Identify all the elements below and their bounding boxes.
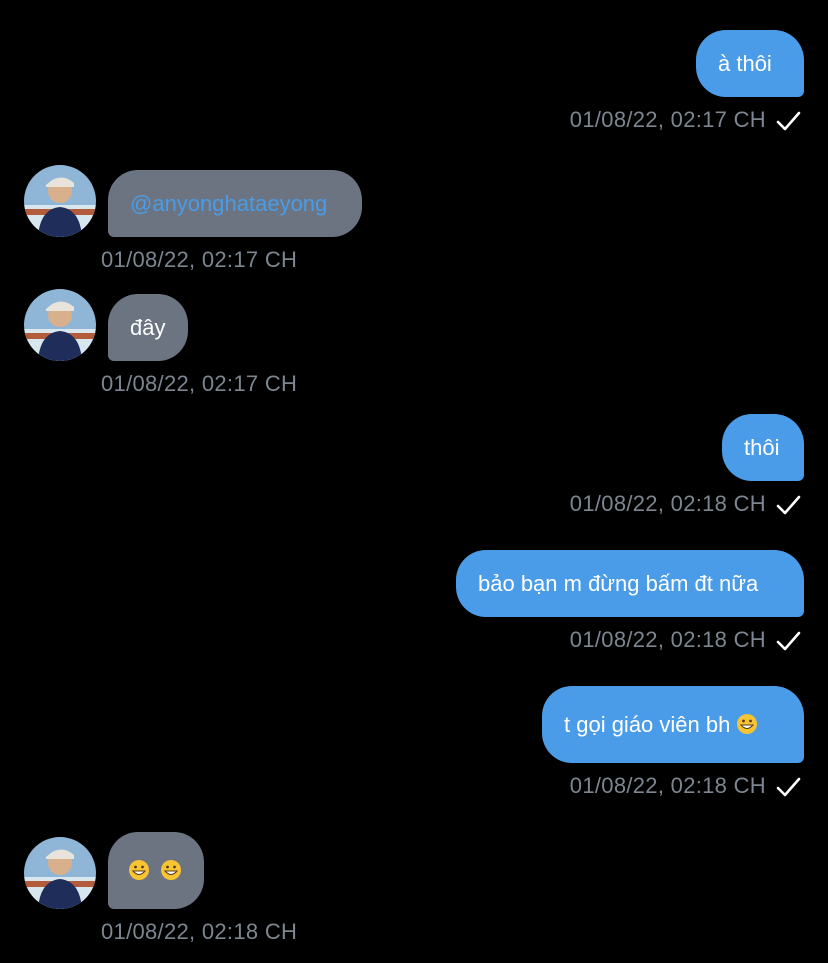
message-bubble[interactable] — [108, 832, 204, 909]
chat-thread: à thôi 01/08/22, 02:17 CH @anyonghataeyo… — [0, 0, 828, 963]
grinning-face-icon — [129, 860, 149, 880]
grinning-face-icon — [161, 860, 182, 880]
message-received[interactable]: 01/08/22, 02:18 CH — [0, 0, 828, 963]
message-timestamp: 01/08/22, 02:18 CH — [101, 919, 298, 944]
avatar[interactable] — [24, 837, 96, 909]
